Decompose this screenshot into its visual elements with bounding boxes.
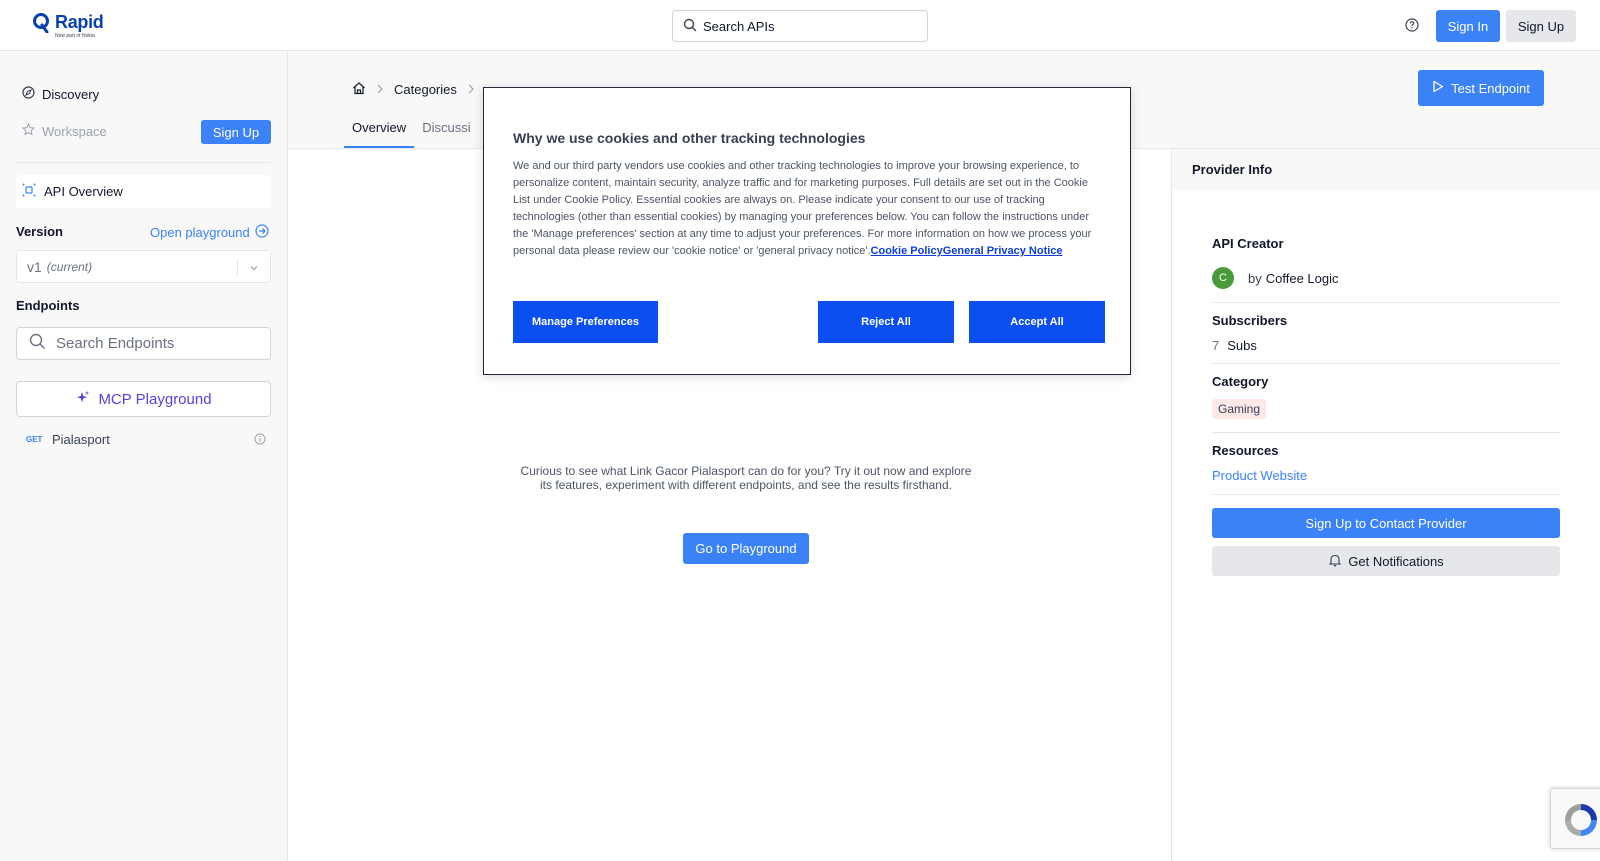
bell-icon: [1328, 553, 1342, 570]
divider: [1212, 302, 1560, 303]
resources-label: Resources: [1212, 443, 1279, 458]
endpoint-name: Pialasport: [52, 432, 110, 447]
logo-name: Rapid: [55, 12, 104, 32]
chevron-right-icon: [467, 82, 475, 97]
overview-icon: [22, 183, 36, 200]
go-to-playground-button[interactable]: Go to Playground: [683, 533, 809, 564]
endpoint-search-placeholder: Search Endpoints: [56, 335, 175, 352]
creator-name[interactable]: Coffee Logic: [1266, 271, 1339, 286]
cookie-policy-link[interactable]: Cookie Policy: [871, 245, 943, 257]
sidebar-item-label: API Overview: [44, 184, 123, 199]
recaptcha-icon: [1565, 804, 1597, 836]
category-badge[interactable]: Gaming: [1212, 399, 1267, 419]
endpoint-search-input[interactable]: Search Endpoints: [16, 327, 271, 360]
sidebar-item-label: Workspace: [42, 123, 107, 139]
sidebar-divider: [16, 162, 271, 163]
accept-all-button[interactable]: Accept All: [969, 301, 1105, 343]
mcp-playground-button[interactable]: MCP Playground: [16, 381, 271, 417]
version-select[interactable]: v1 (current): [16, 250, 271, 283]
cookie-body-text: We and our third party vendors use cooki…: [513, 160, 1092, 257]
sidebar-item-label: Discovery: [42, 86, 100, 102]
mcp-playground-label: MCP Playground: [98, 390, 212, 408]
open-playground-link[interactable]: Open playground: [150, 224, 269, 241]
http-method-badge: GET: [26, 435, 43, 444]
breadcrumb-categories[interactable]: Categories: [394, 82, 457, 97]
top-header: Rapid Now part of Nokia Search APIs Sign…: [0, 0, 1600, 51]
avatar: C: [1212, 267, 1234, 289]
sidebar-item-api-overview[interactable]: API Overview: [16, 175, 271, 208]
api-tabs: Overview Discussi: [344, 117, 479, 148]
sign-in-button[interactable]: Sign In: [1436, 10, 1500, 42]
tab-discussions[interactable]: Discussi: [414, 117, 478, 148]
home-icon[interactable]: [352, 81, 366, 98]
subscribers-label: Subscribers: [1212, 313, 1288, 328]
chevron-right-icon: [376, 82, 384, 97]
open-playground-label: Open playground: [150, 225, 250, 240]
sidebar: Discovery Workspace Sign Up API Overview…: [0, 51, 288, 861]
product-website-link[interactable]: Product Website: [1212, 468, 1307, 483]
creator-by: by: [1248, 270, 1262, 286]
play-icon: [1432, 80, 1444, 96]
try-it-description: Curious to see what Link Gacor Pialaspor…: [520, 464, 972, 492]
api-creator-label: API Creator: [1212, 236, 1284, 251]
sidebar-item-discovery[interactable]: Discovery: [22, 86, 99, 102]
endpoints-label: Endpoints: [16, 298, 80, 313]
sparkle-icon: [75, 390, 90, 409]
subscribers-unit: Subs: [1227, 338, 1257, 353]
search-icon: [683, 18, 697, 35]
divider: [1212, 363, 1560, 364]
search-icon: [29, 333, 46, 354]
star-icon: [21, 122, 36, 139]
tab-overview[interactable]: Overview: [344, 117, 415, 148]
cookie-consent-dialog: Why we use cookies and other tracking te…: [483, 87, 1131, 375]
arrow-circle-icon: [255, 224, 269, 241]
contact-provider-button[interactable]: Sign Up to Contact Provider: [1212, 508, 1560, 538]
provider-info-title: Provider Info: [1172, 149, 1600, 190]
divider: [1212, 494, 1560, 495]
chevron-down-icon: [248, 261, 260, 277]
compass-icon: [22, 86, 35, 102]
breadcrumb: Categories: [352, 81, 475, 98]
endpoint-item[interactable]: GET Pialasport: [26, 432, 266, 447]
test-endpoint-button[interactable]: Test Endpoint: [1418, 70, 1544, 106]
category-label: Category: [1212, 374, 1269, 389]
rapid-logo-icon: [33, 13, 51, 33]
get-notifications-label: Get Notifications: [1348, 553, 1444, 569]
help-icon[interactable]: [1405, 18, 1419, 32]
logo-subtitle: Now part of Nokia: [55, 33, 95, 39]
info-icon[interactable]: [254, 433, 266, 448]
test-endpoint-label: Test Endpoint: [1451, 80, 1530, 96]
cookie-body: We and our third party vendors use cooki…: [513, 158, 1103, 260]
version-value: v1: [27, 258, 42, 275]
sidebar-sign-up-button[interactable]: Sign Up: [201, 120, 271, 144]
cookie-title: Why we use cookies and other tracking te…: [513, 130, 866, 146]
sidebar-item-workspace[interactable]: Workspace: [21, 122, 107, 139]
manage-preferences-button[interactable]: Manage Preferences: [513, 301, 658, 343]
version-current-tag: (current): [46, 259, 93, 274]
privacy-notice-link[interactable]: General Privacy Notice: [943, 245, 1063, 257]
reject-all-button[interactable]: Reject All: [818, 301, 954, 343]
recaptcha-badge[interactable]: [1550, 788, 1600, 849]
subscribers-number: 7: [1212, 338, 1220, 353]
subscribers-count: 7 Subs: [1212, 338, 1257, 353]
api-creator[interactable]: C by Coffee Logic: [1212, 267, 1339, 289]
search-apis-placeholder: Search APIs: [703, 18, 775, 34]
provider-info-panel: Provider Info API Creator C by Coffee Lo…: [1171, 149, 1600, 861]
version-label: Version: [16, 224, 63, 239]
get-notifications-button[interactable]: Get Notifications: [1212, 546, 1560, 576]
divider: [1212, 432, 1560, 433]
select-separator: [237, 259, 238, 276]
rapid-logo[interactable]: Rapid Now part of Nokia: [33, 13, 104, 39]
sign-up-button[interactable]: Sign Up: [1506, 10, 1576, 42]
search-apis-input[interactable]: Search APIs: [672, 10, 928, 42]
